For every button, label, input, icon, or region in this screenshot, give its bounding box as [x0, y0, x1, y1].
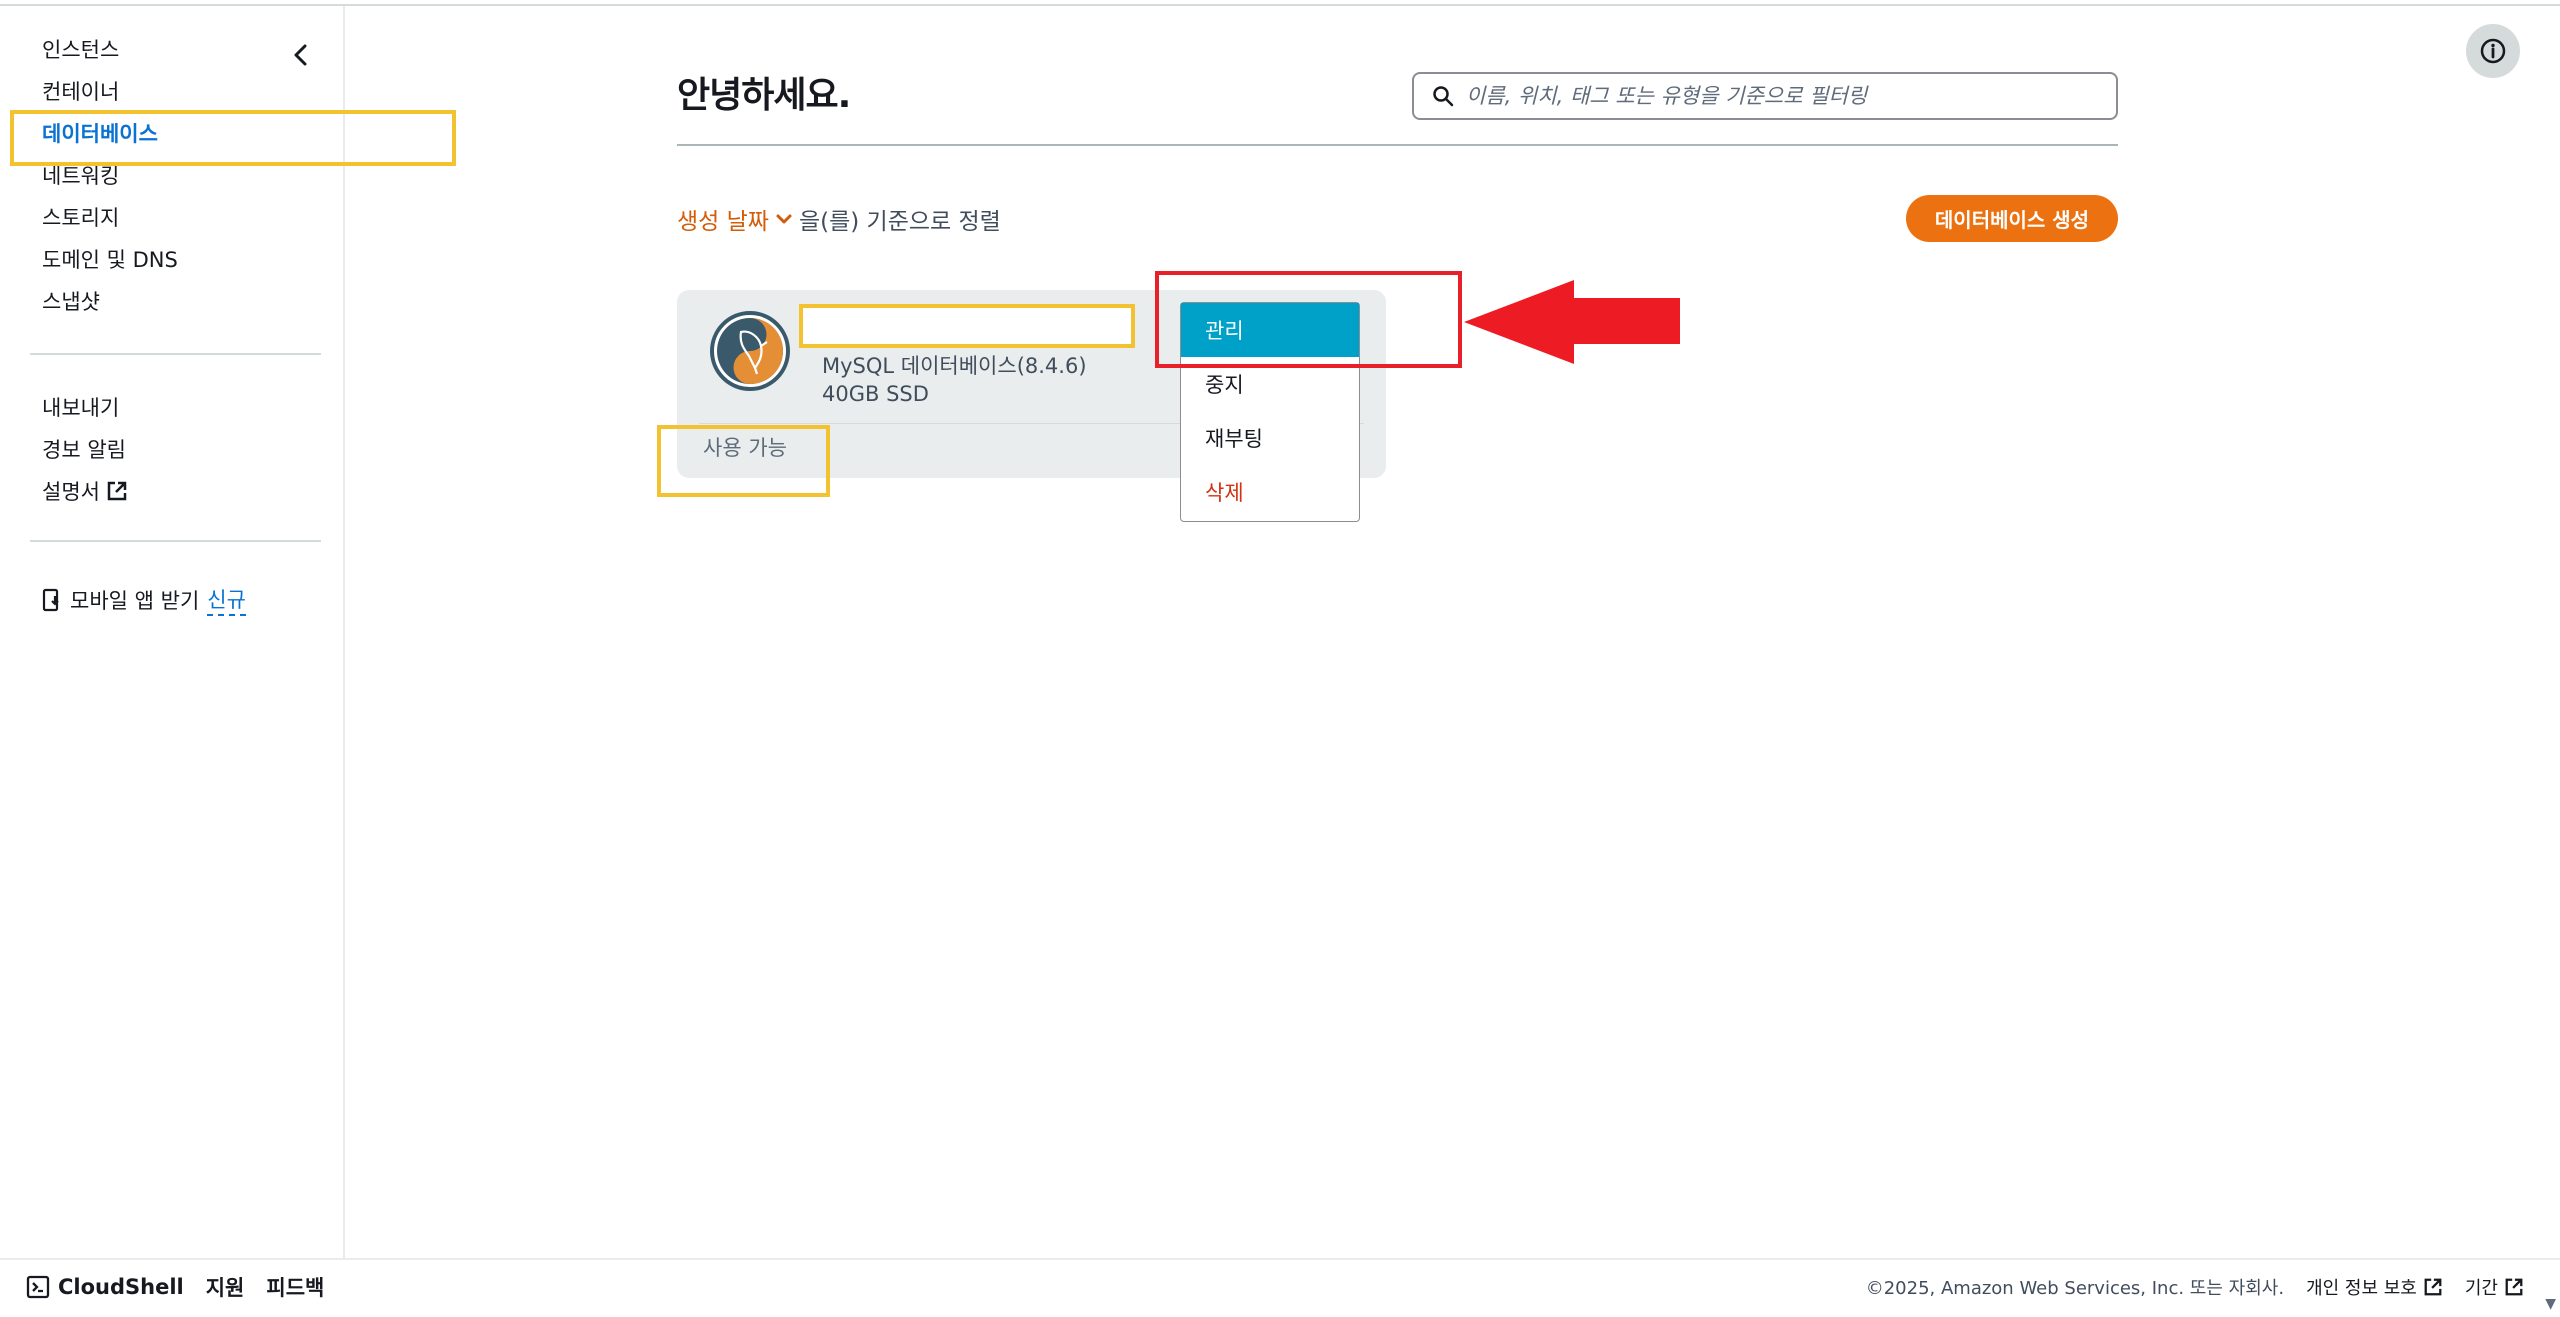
sidebar-item-exports[interactable]: 내보내기 [42, 392, 119, 422]
sort-control: 생성 날짜 을(를) 기준으로 정렬 [677, 202, 1001, 236]
highlight-status [657, 425, 830, 497]
create-database-button[interactable]: 데이터베이스 생성 [1906, 195, 2118, 242]
mysql-logo-icon [710, 311, 790, 391]
chevron-down-icon [776, 214, 792, 224]
external-link-icon [2505, 1278, 2523, 1296]
sidebar-item-docs[interactable]: 설명서 [42, 476, 128, 506]
info-button[interactable] [2466, 24, 2520, 78]
menu-item-reboot[interactable]: 재부팅 [1181, 411, 1359, 465]
database-name-redacted[interactable] [799, 304, 1135, 348]
sidebar-item-storage[interactable]: 스토리지 [42, 202, 119, 232]
new-badge-link[interactable]: 신규 [207, 584, 246, 616]
main-divider [677, 144, 2118, 146]
sort-suffix: 을(를) 기준으로 정렬 [798, 209, 1001, 235]
database-engine: MySQL 데이터베이스(8.4.6) [822, 354, 1087, 378]
sidebar-item-containers[interactable]: 컨테이너 [42, 76, 119, 106]
copyright-text: ©2025, Amazon Web Services, Inc. 또는 자회사. [1865, 1278, 2285, 1299]
support-link[interactable]: 지원 [206, 1272, 245, 1302]
page-title: 안녕하세요. [677, 75, 851, 116]
docs-label: 설명서 [42, 480, 100, 504]
sort-field-label: 생성 날짜 [677, 209, 769, 235]
sidebar-item-snapshots[interactable]: 스냅샷 [42, 286, 100, 316]
mobile-app-row[interactable]: 모바일 앱 받기 신규 [42, 584, 246, 616]
collapse-sidebar-button[interactable] [286, 40, 316, 70]
highlight-databases [10, 110, 456, 166]
sidebar-item-domains-dns[interactable]: 도메인 및 DNS [42, 244, 178, 274]
database-storage: 40GB SSD [822, 382, 929, 406]
red-arrow-annotation-icon [1464, 280, 1680, 364]
sort-field-dropdown[interactable]: 생성 날짜 [677, 202, 793, 236]
terms-label: 기간 [2464, 1278, 2498, 1299]
scroll-down-arrow-icon[interactable]: ▼ [2545, 1296, 2556, 1312]
search-icon [1433, 86, 1454, 107]
footer: CloudShell 지원 피드백 ©2025, Amazon Web Serv… [0, 1258, 2560, 1317]
privacy-label: 개인 정보 보호 [2306, 1278, 2417, 1299]
sidebar-divider [30, 353, 321, 355]
sidebar-item-alarms[interactable]: 경보 알림 [42, 434, 126, 464]
sidebar: 인스턴스 컨테이너 데이터베이스 네트워킹 스토리지 도메인 및 DNS 스냅샷… [0, 6, 456, 1258]
highlight-manage [1155, 271, 1462, 368]
search-box[interactable] [1412, 72, 2118, 120]
cloudshell-label: CloudShell [58, 1275, 184, 1299]
terms-link[interactable]: 기간 [2465, 1274, 2524, 1300]
mobile-app-label: 모바일 앱 받기 [70, 589, 200, 613]
sidebar-item-instances[interactable]: 인스턴스 [42, 34, 119, 64]
feedback-link[interactable]: 피드백 [266, 1272, 324, 1302]
chevron-left-icon [294, 44, 307, 66]
sidebar-divider-2 [30, 540, 321, 542]
privacy-link[interactable]: 개인 정보 보호 [2306, 1274, 2443, 1300]
mobile-download-icon [42, 588, 59, 612]
info-icon [2480, 38, 2506, 64]
search-input[interactable] [1466, 84, 2086, 108]
external-link-icon [2424, 1278, 2442, 1296]
cloudshell-button[interactable]: CloudShell [26, 1275, 184, 1299]
top-border [0, 0, 2560, 6]
external-link-icon [107, 481, 127, 501]
menu-item-delete[interactable]: 삭제 [1181, 465, 1359, 519]
terminal-icon [26, 1275, 50, 1299]
